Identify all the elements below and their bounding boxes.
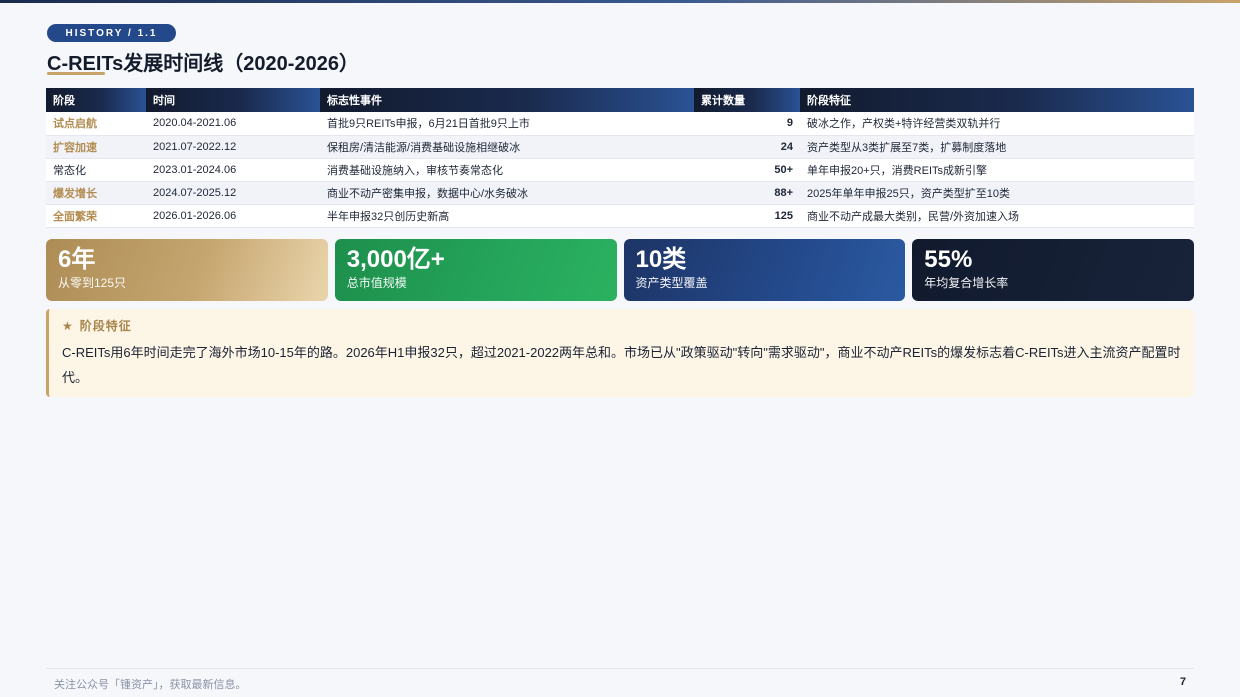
feature-cell: 商业不动产成最大类别，民营/外资加速入场 bbox=[800, 204, 1194, 228]
star-icon: ★ bbox=[62, 318, 74, 333]
phase-cell: 爆发增长 bbox=[46, 181, 146, 205]
event-cell: 消费基础设施纳入，审核节奏常态化 bbox=[320, 158, 694, 182]
table-row: 全面繁荣 2026.01-2026.06 半年申报32只创历史新高 125 商业… bbox=[46, 204, 1194, 228]
feature-heading-row: ★ 阶段特征 bbox=[62, 317, 1181, 334]
phase-cell: 全面繁荣 bbox=[46, 204, 146, 228]
feature-cell: 资产类型从3类扩展至7类，扩募制度落地 bbox=[800, 135, 1194, 159]
stat-card-years: 6年 从零到125只 bbox=[46, 239, 328, 301]
count-cell: 9 bbox=[694, 112, 800, 136]
count-cell: 88+ bbox=[694, 181, 800, 205]
table-row: 爆发增长 2024.07-2025.12 商业不动产密集申报，数据中心/水务破冰… bbox=[46, 181, 1194, 205]
period-cell: 2026.01-2026.06 bbox=[146, 204, 320, 228]
event-cell: 半年申报32只创历史新高 bbox=[320, 204, 694, 228]
header-feature: 阶段特征 bbox=[800, 88, 1194, 112]
header-period: 时间 bbox=[146, 88, 320, 112]
period-cell: 2021.07-2022.12 bbox=[146, 135, 320, 159]
stat-value: 6年 bbox=[58, 246, 96, 273]
period-cell: 2023.01-2024.06 bbox=[146, 158, 320, 182]
stat-label: 总市值规模 bbox=[346, 276, 407, 290]
event-cell: 保租房/清洁能源/消费基础设施相继破冰 bbox=[320, 135, 694, 159]
stat-cards: 6年 从零到125只 3,000亿+ 总市值规模 10类 资产类型覆盖 55% … bbox=[46, 239, 1194, 301]
page-number: 7 bbox=[1179, 676, 1186, 688]
stat-label: 年均复合增长率 bbox=[924, 276, 1009, 290]
feature-text: C-REITs用6年时间走完了海外市场10-15年的路。2026年H1申报32只… bbox=[62, 345, 1181, 385]
stat-value: 55% bbox=[924, 246, 973, 273]
footer-divider bbox=[46, 668, 1194, 669]
table-header-row: 阶段 时间 标志性事件 累计数量 阶段特征 bbox=[46, 88, 1194, 112]
count-cell: 125 bbox=[694, 204, 800, 228]
phase-cell: 扩容加速 bbox=[46, 135, 146, 159]
stat-card-asset-types: 10类 资产类型覆盖 bbox=[623, 239, 906, 301]
phase-cell: 常态化 bbox=[46, 158, 146, 182]
event-cell: 商业不动产密集申报，数据中心/水务破冰 bbox=[320, 181, 694, 205]
header-event: 标志性事件 bbox=[320, 88, 694, 112]
header-phase: 阶段 bbox=[46, 88, 146, 112]
feature-cell: 2025年单年申报25只，资产类型扩至10类 bbox=[800, 181, 1194, 205]
stat-card-market-cap: 3,000亿+ 总市值规模 bbox=[334, 239, 617, 301]
phase-cell: 试点启航 bbox=[46, 112, 146, 136]
timeline-table: 阶段 时间 标志性事件 累计数量 阶段特征 试点启航 2020.04-2021.… bbox=[46, 88, 1194, 228]
stat-value: 10类 bbox=[635, 246, 687, 273]
event-cell: 首批9只REITs申报，6月21日首批9只上市 bbox=[320, 112, 694, 136]
stat-value: 3,000亿+ bbox=[346, 246, 445, 273]
top-accent-rule bbox=[0, 0, 1240, 3]
footer-note: 关注公众号「锺资产」，获取最新信息。 bbox=[54, 679, 247, 691]
feature-cell: 单年申报20+只，消费REITs成新引擎 bbox=[800, 158, 1194, 182]
stat-label: 从零到125只 bbox=[58, 276, 127, 290]
table-row: 常态化 2023.01-2024.06 消费基础设施纳入，审核节奏常态化 50+… bbox=[46, 158, 1194, 182]
count-cell: 24 bbox=[694, 135, 800, 159]
period-cell: 2020.04-2021.06 bbox=[146, 112, 320, 136]
stat-card-cagr: 55% 年均复合增长率 bbox=[912, 239, 1194, 301]
period-cell: 2024.07-2025.12 bbox=[146, 181, 320, 205]
table-row: 扩容加速 2021.07-2022.12 保租房/清洁能源/消费基础设施相继破冰… bbox=[46, 135, 1194, 159]
table-row: 试点启航 2020.04-2021.06 首批9只REITs申报，6月21日首批… bbox=[46, 112, 1194, 136]
section-badge: HISTORY / 1.1 bbox=[47, 24, 176, 42]
feature-callout: ★ 阶段特征 C-REITs用6年时间走完了海外市场10-15年的路。2026年… bbox=[46, 309, 1194, 397]
slide: HISTORY / 1.1 C-REITs发展时间线（2020-2026） 阶段… bbox=[0, 0, 1240, 697]
header-count: 累计数量 bbox=[694, 88, 800, 112]
title-underline bbox=[47, 72, 105, 75]
feature-cell: 破冰之作，产权类+特许经营类双轨并行 bbox=[800, 112, 1194, 136]
feature-heading: 阶段特征 bbox=[79, 319, 132, 333]
count-cell: 50+ bbox=[694, 158, 800, 182]
stat-label: 资产类型覆盖 bbox=[635, 276, 708, 290]
